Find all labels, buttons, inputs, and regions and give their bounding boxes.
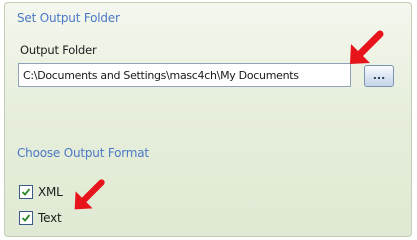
red-arrow-icon (74, 179, 105, 210)
choose-output-format-header: Choose Output Format (17, 146, 149, 160)
set-output-folder-header: Set Output Folder (17, 11, 120, 25)
output-folder-input[interactable] (18, 63, 351, 87)
text-checkbox[interactable] (19, 211, 33, 225)
checkmark-icon (21, 214, 31, 222)
output-folder-label: Output Folder (20, 43, 97, 57)
checkmark-icon (21, 188, 31, 196)
output-settings-panel: Set Output Folder Output Folder ... Choo… (4, 2, 412, 237)
xml-label: XML (38, 185, 63, 199)
red-arrow-icon (350, 30, 384, 64)
browse-button[interactable]: ... (364, 65, 394, 87)
text-option[interactable]: Text (19, 210, 62, 226)
xml-checkbox[interactable] (19, 185, 33, 199)
text-label: Text (38, 211, 62, 225)
xml-option[interactable]: XML (19, 184, 63, 200)
